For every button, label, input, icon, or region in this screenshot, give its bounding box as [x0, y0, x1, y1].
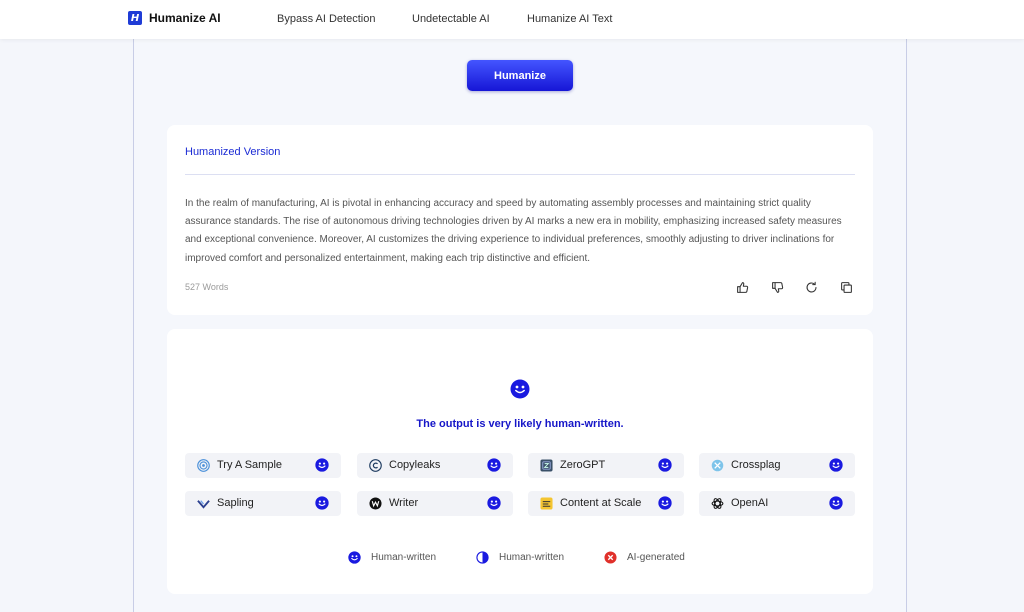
- top-nav-bar: H Humanize AI Bypass AI Detection Undete…: [0, 0, 1024, 39]
- humanized-text: In the realm of manufacturing, AI is piv…: [185, 198, 842, 264]
- copy-icon[interactable]: [839, 280, 853, 294]
- detector-label: Try A Sample: [217, 459, 283, 471]
- detector-label: OpenAI: [731, 497, 769, 509]
- crossplag-icon: [711, 459, 724, 472]
- humanized-version-card: Humanized Version In the realm of manufa…: [167, 125, 873, 315]
- nav-link-bypass-ai-detection[interactable]: Bypass AI Detection: [277, 13, 375, 25]
- smile-icon: [487, 496, 501, 510]
- nav-link-undetectable-ai[interactable]: Undetectable AI: [412, 13, 490, 25]
- humanize-logo-icon: H: [128, 11, 142, 25]
- detector-sapling[interactable]: Sapling: [185, 491, 341, 516]
- legend-label: Human-written: [371, 551, 437, 563]
- smile-icon: [658, 496, 672, 510]
- divider: [185, 174, 855, 175]
- detector-crossplag[interactable]: Crossplag: [699, 453, 855, 478]
- openai-icon: [711, 498, 724, 509]
- copyleaks-icon: [369, 459, 382, 472]
- detector-copyleaks[interactable]: Copyleaks: [357, 453, 513, 478]
- detector-label: ZeroGPT: [560, 459, 606, 471]
- legend-mixed: Human-written: [476, 550, 564, 564]
- smile-icon: [658, 458, 672, 472]
- thumbs-down-icon[interactable]: [770, 280, 784, 294]
- thumbs-up-icon[interactable]: [735, 280, 749, 294]
- smile-icon: [487, 458, 501, 472]
- detector-label: Copyleaks: [389, 459, 441, 471]
- word-count: 527 Words: [185, 282, 229, 292]
- smile-icon: [829, 458, 843, 472]
- spiral-icon: [197, 459, 210, 472]
- zerogpt-icon: [540, 459, 553, 472]
- detector-content-at-scale[interactable]: Content at Scale: [528, 491, 684, 516]
- half-circle-icon: [476, 550, 489, 564]
- legend-label: Human-written: [499, 551, 565, 563]
- detector-zerogpt[interactable]: ZeroGPT: [528, 453, 684, 478]
- sapling-icon: [197, 500, 210, 509]
- legend-ai-generated: AI-generated: [604, 550, 685, 564]
- brand[interactable]: H Humanize AI: [128, 11, 221, 25]
- humanized-version-title: Humanized Version: [185, 146, 281, 158]
- nav-link-humanize-ai-text[interactable]: Humanize AI Text: [527, 13, 612, 25]
- detection-results-card: The output is very likely human-written.…: [167, 329, 873, 594]
- detector-try-a-sample[interactable]: Try A Sample: [185, 453, 341, 478]
- smile-icon: [315, 458, 329, 472]
- detector-writer[interactable]: Writer: [357, 491, 513, 516]
- detector-label: Crossplag: [731, 459, 781, 471]
- legend-label: AI-generated: [627, 551, 685, 563]
- regenerate-icon[interactable]: [804, 280, 818, 294]
- content-at-scale-icon: [540, 497, 553, 510]
- detector-label: Sapling: [217, 497, 254, 509]
- detector-label: Writer: [389, 497, 419, 509]
- detection-verdict: The output is very likely human-written.: [416, 418, 624, 430]
- brand-name: Humanize AI: [149, 11, 221, 25]
- humanize-button[interactable]: Humanize: [467, 60, 573, 91]
- smile-icon: [348, 550, 361, 564]
- writer-icon: [369, 497, 382, 510]
- detector-openai[interactable]: OpenAI: [699, 491, 855, 516]
- smile-icon: [315, 496, 329, 510]
- x-circle-icon: [604, 550, 617, 564]
- legend-human-written: Human-written: [348, 550, 436, 564]
- detector-label: Content at Scale: [560, 497, 642, 509]
- smile-icon: [829, 496, 843, 510]
- smile-icon: [510, 379, 530, 399]
